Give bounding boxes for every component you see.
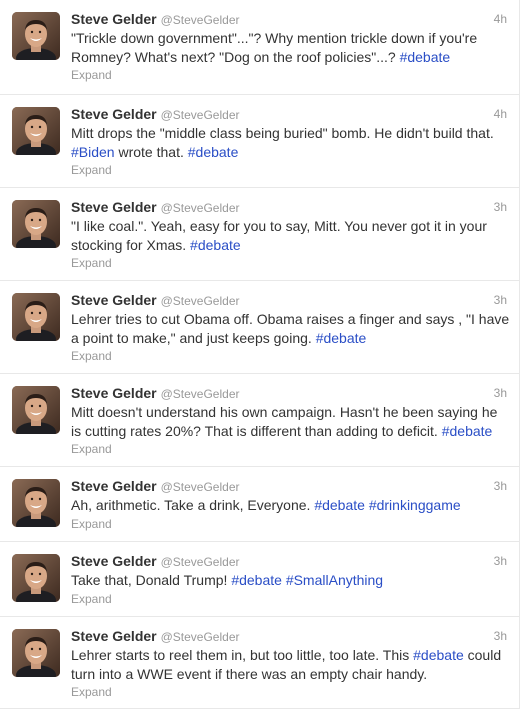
- tweet[interactable]: Steve Gelder @SteveGelder 4h "Trickle down …: [0, 0, 520, 95]
- hashtag-link[interactable]: #debate: [188, 144, 239, 160]
- timestamp[interactable]: 4h: [494, 12, 507, 26]
- tweet-text: "I like coal.". Yeah, easy for you to sa…: [71, 217, 511, 255]
- tweet-text: Mitt doesn't understand his own campaign…: [71, 403, 511, 441]
- tweet-header: Steve Gelder @SteveGelder 4h: [71, 106, 507, 124]
- author-handle[interactable]: @SteveGelder: [161, 630, 240, 644]
- tweet-feed: Steve Gelder @SteveGelder 4h "Trickle down …: [0, 0, 522, 709]
- tweet[interactable]: Steve Gelder @SteveGelder 4h Mitt drops the…: [0, 95, 520, 188]
- timestamp[interactable]: 3h: [494, 386, 507, 400]
- timestamp[interactable]: 4h: [494, 107, 507, 121]
- author-name[interactable]: Steve Gelder: [71, 11, 157, 27]
- expand-link[interactable]: Expand: [71, 349, 112, 363]
- tweet-text-segment: Take that, Donald Trump!: [71, 572, 232, 588]
- tweet-header: Steve Gelder @SteveGelder 3h: [71, 553, 507, 571]
- tweet-text: Mitt drops the "middle class being burie…: [71, 124, 511, 162]
- hashtag-link[interactable]: #debate: [413, 647, 464, 663]
- avatar[interactable]: [12, 12, 60, 60]
- tweet[interactable]: Steve Gelder @SteveGelder 3h "I like coal."…: [0, 188, 520, 281]
- author-name[interactable]: Steve Gelder: [71, 385, 157, 401]
- hashtag-link[interactable]: #Biden: [71, 144, 115, 160]
- author-name[interactable]: Steve Gelder: [71, 106, 157, 122]
- tweet-text-segment: "I like coal.". Yeah, easy for you to sa…: [71, 218, 491, 253]
- hashtag-link[interactable]: #debate: [231, 572, 282, 588]
- timestamp[interactable]: 3h: [494, 200, 507, 214]
- tweet-header: Steve Gelder @SteveGelder 3h: [71, 292, 507, 310]
- avatar[interactable]: [12, 386, 60, 434]
- tweet-text-segment: Mitt drops the "middle class being burie…: [71, 125, 498, 141]
- author-name[interactable]: Steve Gelder: [71, 628, 157, 644]
- tweet-text-segment: Ah, arithmetic. Take a drink, Everyone.: [71, 497, 315, 513]
- tweet-header: Steve Gelder @SteveGelder 3h: [71, 628, 507, 646]
- tweet-text: Take that, Donald Trump! #debate #SmallA…: [71, 571, 511, 590]
- hashtag-link[interactable]: #debate: [316, 330, 367, 346]
- avatar[interactable]: [12, 554, 60, 602]
- hashtag-link[interactable]: #debate: [190, 237, 241, 253]
- tweet[interactable]: Steve Gelder @SteveGelder 3h Take that, Don…: [0, 542, 520, 617]
- author-name[interactable]: Steve Gelder: [71, 553, 157, 569]
- hashtag-link[interactable]: #debate: [442, 423, 493, 439]
- timestamp[interactable]: 3h: [494, 629, 507, 643]
- expand-link[interactable]: Expand: [71, 685, 112, 699]
- author-name[interactable]: Steve Gelder: [71, 478, 157, 494]
- tweet-header: Steve Gelder @SteveGelder 3h: [71, 478, 507, 496]
- timestamp[interactable]: 3h: [494, 554, 507, 568]
- avatar[interactable]: [12, 107, 60, 155]
- avatar[interactable]: [12, 200, 60, 248]
- hashtag-link[interactable]: #SmallAnything: [286, 572, 383, 588]
- expand-link[interactable]: Expand: [71, 256, 112, 270]
- tweet-text-segment: Lehrer starts to reel them in, but too l…: [71, 647, 414, 663]
- tweet[interactable]: Steve Gelder @SteveGelder 3h Lehrer tries t…: [0, 281, 520, 374]
- avatar[interactable]: [12, 293, 60, 341]
- tweet-text: Lehrer tries to cut Obama off. Obama rai…: [71, 310, 511, 348]
- tweet-text-segment: Mitt doesn't understand his own campaign…: [71, 404, 502, 439]
- tweet-text-segment: Lehrer tries to cut Obama off. Obama rai…: [71, 311, 514, 346]
- tweet-text: Ah, arithmetic. Take a drink, Everyone. …: [71, 496, 511, 515]
- author-handle[interactable]: @SteveGelder: [161, 294, 240, 308]
- author-handle[interactable]: @SteveGelder: [161, 13, 240, 27]
- tweet-text: "Trickle down government"..."? Why menti…: [71, 29, 511, 67]
- author-handle[interactable]: @SteveGelder: [161, 480, 240, 494]
- tweet-text-segment: wrote that.: [114, 144, 188, 160]
- expand-link[interactable]: Expand: [71, 517, 112, 531]
- tweet[interactable]: Steve Gelder @SteveGelder 3h Lehrer starts …: [0, 617, 520, 709]
- hashtag-link[interactable]: #debate: [400, 49, 451, 65]
- author-name[interactable]: Steve Gelder: [71, 199, 157, 215]
- tweet[interactable]: Steve Gelder @SteveGelder 3h Ah, arithmetic…: [0, 467, 520, 542]
- author-handle[interactable]: @SteveGelder: [161, 108, 240, 122]
- expand-link[interactable]: Expand: [71, 68, 112, 82]
- author-handle[interactable]: @SteveGelder: [161, 201, 240, 215]
- timestamp[interactable]: 3h: [494, 293, 507, 307]
- expand-link[interactable]: Expand: [71, 592, 112, 606]
- hashtag-link[interactable]: #debate: [314, 497, 365, 513]
- tweet-text: Lehrer starts to reel them in, but too l…: [71, 646, 511, 684]
- hashtag-link[interactable]: #drinkinggame: [369, 497, 461, 513]
- tweet-header: Steve Gelder @SteveGelder 3h: [71, 199, 507, 217]
- avatar[interactable]: [12, 629, 60, 677]
- avatar[interactable]: [12, 479, 60, 527]
- author-name[interactable]: Steve Gelder: [71, 292, 157, 308]
- tweet-header: Steve Gelder @SteveGelder 3h: [71, 385, 507, 403]
- expand-link[interactable]: Expand: [71, 442, 112, 456]
- timestamp[interactable]: 3h: [494, 479, 507, 493]
- tweet[interactable]: Steve Gelder @SteveGelder 3h Mitt doesn't u…: [0, 374, 520, 467]
- tweet-header: Steve Gelder @SteveGelder 4h: [71, 11, 507, 29]
- author-handle[interactable]: @SteveGelder: [161, 387, 240, 401]
- author-handle[interactable]: @SteveGelder: [161, 555, 240, 569]
- expand-link[interactable]: Expand: [71, 163, 112, 177]
